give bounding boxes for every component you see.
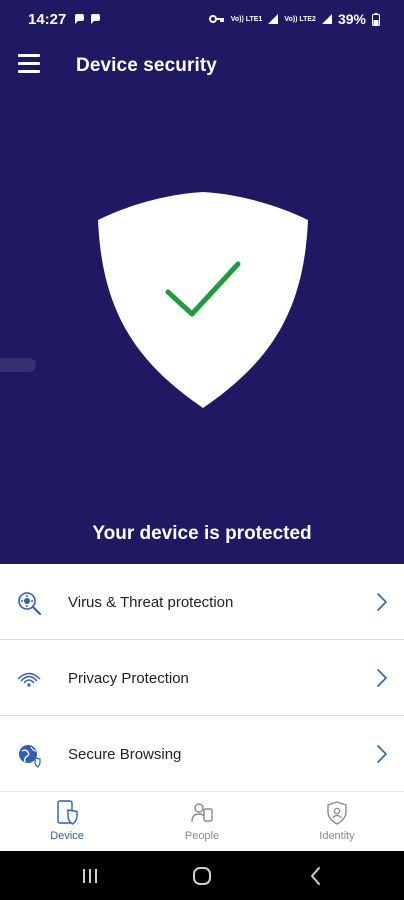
virus-threat-protection-item[interactable]: Virus & Threat protection (0, 564, 404, 640)
tab-device[interactable]: Device (0, 792, 134, 852)
tab-identity[interactable]: Identity (270, 792, 404, 852)
tab-label: Identity (319, 830, 355, 842)
chevron-right-icon (377, 745, 387, 763)
shield-check-icon (98, 192, 308, 408)
recent-apps-icon[interactable] (78, 865, 102, 887)
wifi-privacy-icon (17, 672, 41, 687)
tab-people[interactable]: People (135, 792, 269, 852)
identity-shield-icon (327, 801, 347, 825)
list-item-label: Virus & Threat protection (68, 594, 234, 611)
sim2-signal-label: Vo)) LTE2 (284, 15, 316, 23)
tab-label: People (184, 830, 220, 842)
app-bar: Device security (0, 44, 404, 88)
chat-bubble-icon (75, 14, 84, 24)
signal-icon (321, 14, 332, 24)
sim1-signal-label: Vo)) LTE1 (230, 15, 263, 23)
page-title: Device security (76, 55, 217, 76)
chevron-right-icon (377, 669, 387, 687)
hamburger-menu-icon[interactable] (18, 54, 44, 76)
home-icon[interactable] (190, 865, 214, 887)
notification-icons (73, 13, 101, 25)
privacy-protection-item[interactable]: Privacy Protection (0, 640, 404, 716)
secure-browsing-item[interactable]: Secure Browsing (0, 716, 404, 792)
chat-bubble-icon (91, 14, 100, 24)
signal-icon (268, 14, 279, 24)
drawer-handle[interactable] (0, 358, 36, 372)
globe-shield-icon (19, 745, 41, 768)
virus-scan-icon (18, 592, 41, 615)
list-item-label: Privacy Protection (68, 670, 189, 687)
chevron-right-icon (377, 593, 387, 611)
protection-status-message: Your device is protected (92, 523, 312, 544)
feature-list: Virus & Threat protection Privacy Protec… (0, 564, 404, 792)
bottom-navigation: Device People Identity (0, 791, 404, 851)
back-icon[interactable] (304, 865, 328, 887)
key-icon (208, 15, 224, 23)
protection-status-panel: 14:27 Vo)) LTE1 Vo)) LTE2 39% Device sec… (0, 0, 404, 564)
battery-icon (372, 12, 380, 26)
list-item-label: Secure Browsing (68, 746, 182, 763)
device-shield-icon (57, 800, 78, 825)
status-time: 14:27 (28, 11, 67, 28)
system-indicators: Vo)) LTE1 Vo)) LTE2 39% (208, 11, 380, 27)
battery-percentage: 39% (337, 11, 366, 27)
system-navigation-bar (0, 851, 404, 900)
status-bar: 14:27 Vo)) LTE1 Vo)) LTE2 39% (0, 0, 404, 40)
tab-label: Device (50, 830, 84, 842)
people-icon (191, 803, 213, 823)
